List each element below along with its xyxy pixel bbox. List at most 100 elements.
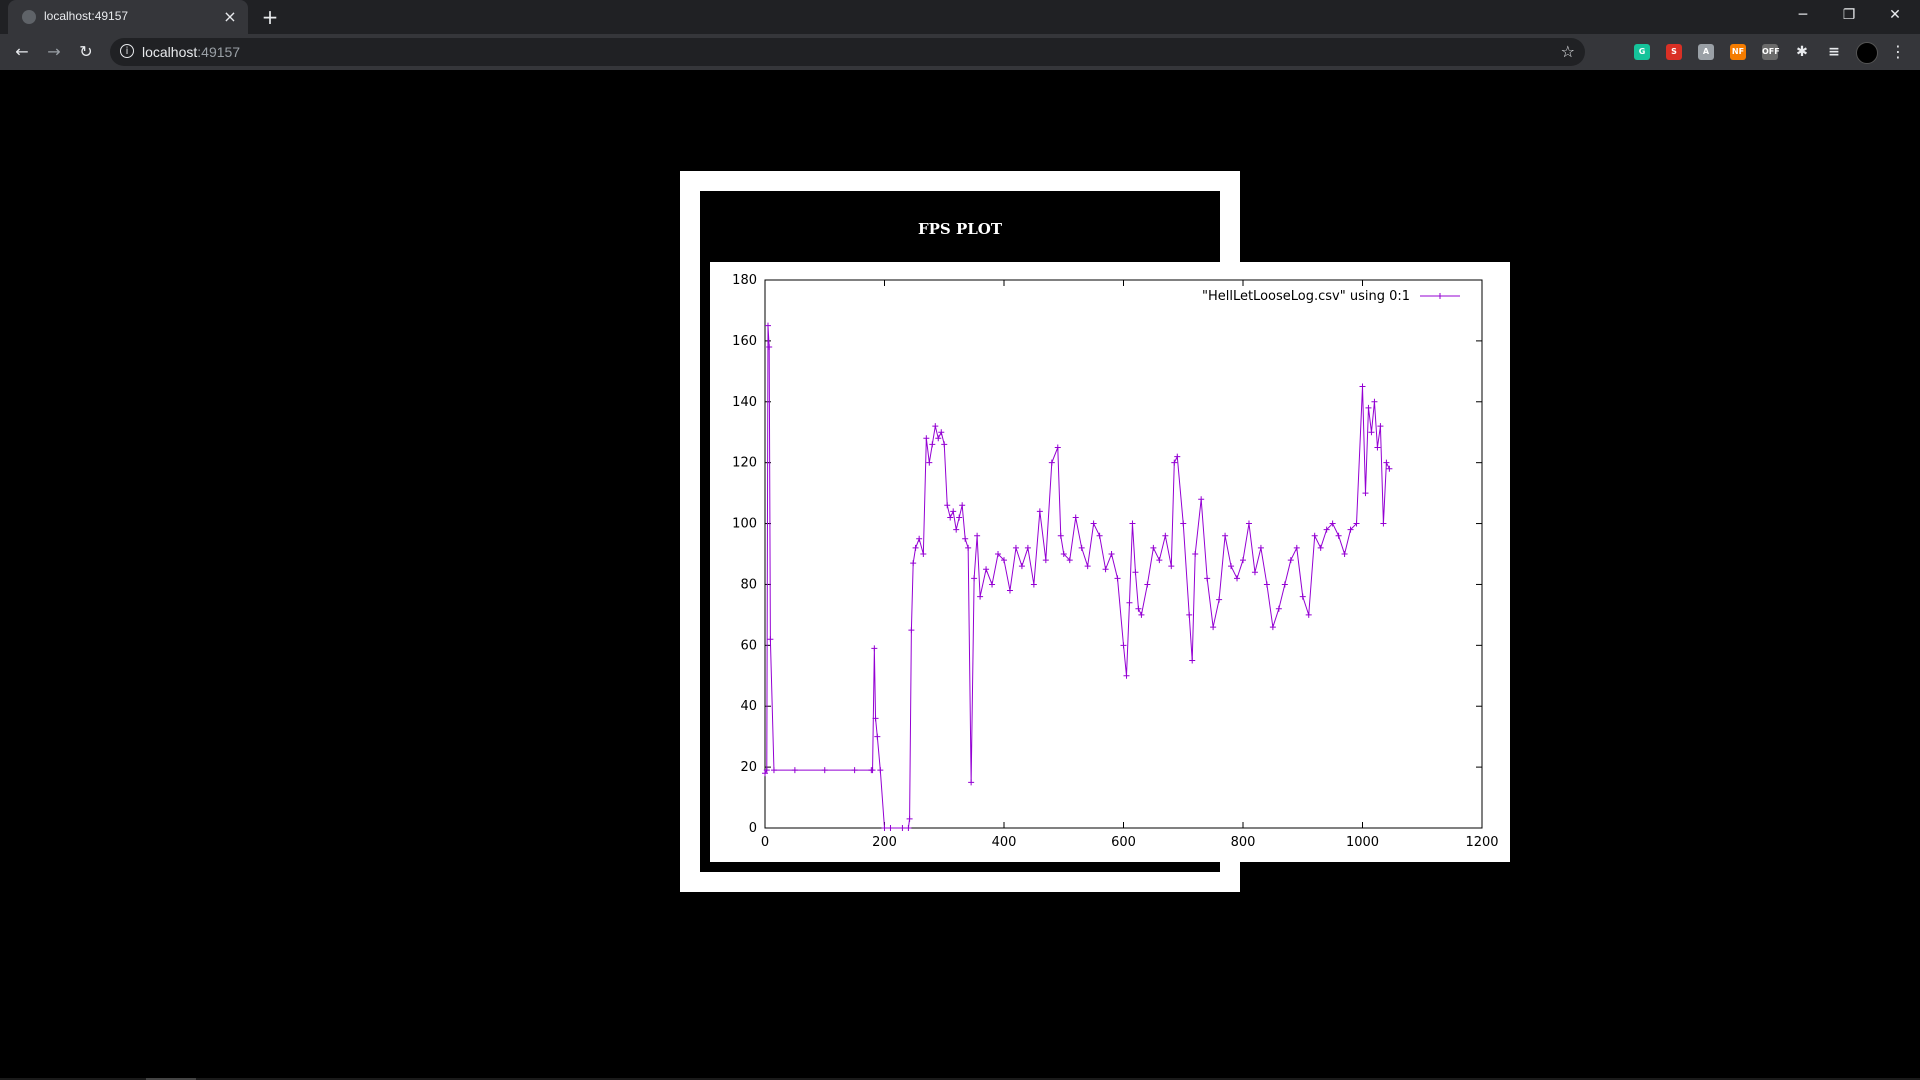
data-point [1012, 544, 1019, 551]
data-point [1108, 551, 1115, 557]
data-point [1305, 611, 1312, 618]
data-point [770, 767, 777, 774]
data-point [1287, 557, 1294, 564]
x-tick-label: 200 [872, 835, 897, 850]
data-point [953, 526, 960, 533]
data-point [947, 514, 954, 521]
reload-icon[interactable]: ↻ [74, 40, 98, 64]
data-point [920, 551, 927, 557]
address-text[interactable]: localhost:49157 [142, 44, 240, 60]
y-tick-label: 100 [732, 517, 757, 532]
data-point [962, 535, 969, 542]
window-close-icon[interactable]: ✕ [1872, 0, 1918, 30]
data-point [1210, 624, 1217, 631]
info-icon[interactable]: i [120, 44, 134, 58]
y-tick-label: 40 [740, 699, 757, 714]
fps-chart-svg: 0 200 400 600 800 1000 1200 0 20 40 60 80 100 120 140 1… [732, 273, 1498, 850]
data-point [1168, 563, 1175, 570]
data-point [899, 825, 906, 831]
data-point [977, 593, 984, 600]
puzzle-extensions-icon[interactable]: ✱ [1794, 44, 1810, 60]
data-point [1024, 544, 1031, 551]
data-point [1281, 581, 1288, 588]
data-point [906, 815, 913, 822]
data-point [1090, 520, 1097, 527]
data-point [1216, 596, 1223, 603]
x-tick-label: 1200 [1465, 835, 1498, 850]
data-point [1120, 642, 1127, 649]
globe-icon [22, 10, 36, 24]
forward-icon[interactable]: → [42, 40, 66, 64]
y-tick-label: 80 [740, 577, 757, 592]
back-icon[interactable]: ← [10, 40, 34, 64]
data-point [908, 627, 915, 634]
data-point [1102, 566, 1109, 573]
data-point [929, 441, 936, 448]
x-tick-label: 0 [761, 835, 769, 850]
data-point [1198, 496, 1205, 503]
data-point [1030, 581, 1037, 588]
data-point [1054, 444, 1061, 451]
data-point [1317, 544, 1324, 551]
data-point [971, 575, 978, 582]
data-point [956, 514, 963, 521]
data-point [1222, 532, 1229, 539]
media-queue-icon[interactable]: ≡ [1826, 44, 1842, 60]
address-bar[interactable]: i localhost:49157 ☆ [110, 38, 1585, 66]
data-point [1189, 657, 1196, 664]
data-point [983, 566, 990, 573]
data-point [1186, 611, 1193, 618]
data-point [1293, 544, 1300, 551]
series-line [764, 325, 1390, 829]
address-host: localhost [142, 44, 198, 60]
data-point [764, 322, 771, 329]
minimize-icon[interactable]: ─ [1780, 0, 1826, 30]
data-point [1228, 563, 1235, 570]
data-point [1269, 624, 1276, 631]
y-tick-label: 120 [732, 456, 757, 471]
new-tab-icon[interactable]: + [258, 5, 282, 29]
gray-extension-icon[interactable]: A [1698, 44, 1714, 60]
tab-strip: localhost:49157 × + ─ ❐ ✕ [0, 0, 1920, 34]
y-tick-label: 140 [732, 395, 757, 410]
data-point [1036, 508, 1043, 515]
data-point [1057, 532, 1064, 539]
off-extension-icon[interactable]: OFF [1762, 44, 1780, 60]
data-point [821, 767, 828, 774]
data-point [1126, 599, 1133, 606]
data-point [1174, 453, 1181, 460]
data-point [1380, 520, 1387, 527]
menu-icon[interactable]: ⋮ [1890, 42, 1906, 61]
profile-avatar[interactable] [1856, 42, 1878, 64]
orange-extension-icon[interactable]: NF [1730, 44, 1746, 60]
browser-tab[interactable]: localhost:49157 × [8, 0, 248, 34]
data-point [1371, 398, 1378, 405]
restore-icon[interactable]: ❐ [1826, 0, 1872, 30]
data-point [968, 779, 975, 786]
close-icon[interactable]: × [220, 7, 240, 27]
data-point [910, 560, 917, 567]
data-point [1123, 672, 1130, 679]
tab-title: localhost:49157 [44, 9, 129, 23]
data-point [938, 429, 945, 436]
x-tick-label: 1000 [1346, 835, 1379, 850]
data-point [1144, 581, 1151, 588]
data-point [766, 343, 773, 350]
star-icon[interactable]: ☆ [1561, 42, 1575, 61]
data-point [1335, 532, 1342, 539]
address-port: :49157 [197, 44, 241, 60]
data-point [1078, 544, 1085, 551]
data-point [1362, 490, 1369, 497]
data-point [1377, 423, 1384, 430]
data-point [1368, 429, 1375, 436]
data-point [935, 435, 942, 442]
grammarly-extension-icon[interactable]: G [1634, 44, 1650, 60]
data-point [926, 459, 933, 466]
data-point [1245, 520, 1252, 527]
data-point [1374, 444, 1381, 451]
data-point [1240, 557, 1246, 564]
data-point [1263, 581, 1270, 588]
data-point [1257, 544, 1264, 551]
s-extension-icon[interactable]: S [1666, 44, 1682, 60]
data-point [1171, 459, 1178, 466]
